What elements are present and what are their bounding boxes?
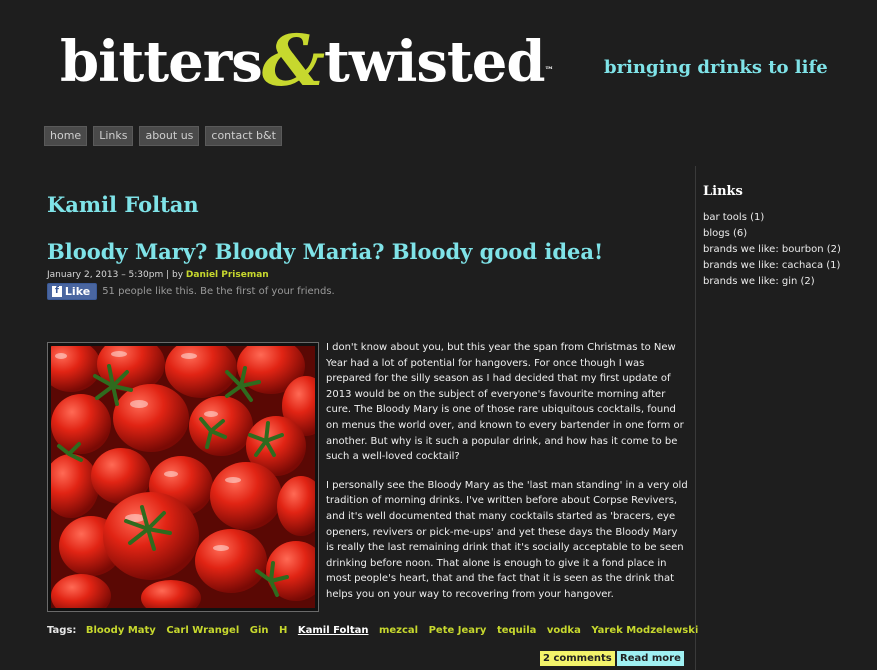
post-body: I don't know about you, but this year th… [326,340,688,616]
read-more-button[interactable]: Read more [617,651,684,666]
tag-link[interactable]: Gin [250,625,269,636]
sidebar-item[interactable]: brands we like: cachaca (1) [703,259,873,273]
facebook-like-button[interactable]: f Like [47,283,98,300]
logo-trademark: ™ [544,66,554,76]
sidebar-item[interactable]: blogs (6) [703,227,873,241]
site-tagline: bringing drinks to life [604,57,828,78]
sidebar-item[interactable]: brands we like: bourbon (2) [703,243,873,257]
post-title[interactable]: Bloody Mary? Bloody Maria? Bloody good i… [47,238,603,266]
post-author-link[interactable]: Daniel Priseman [186,270,269,280]
author-page-title: Kamil Foltan [47,192,199,217]
main-content: Kamil Foltan Bloody Mary? Bloody Maria? … [47,180,698,666]
sidebar-divider [695,166,696,670]
logo-word-bitters: bitters [60,29,263,95]
tag-link[interactable]: tequila [497,625,536,636]
post-paragraph-1: I don't know about you, but this year th… [326,342,684,463]
tag-link[interactable]: Yarek Modzelewski [591,625,698,636]
nav-contact[interactable]: contact b&t [205,126,282,146]
site-header: bitters&twisted™ bringing drinks to life [0,0,877,110]
post-image-tomatoes[interactable] [47,342,319,612]
comments-button[interactable]: 2 comments [540,651,615,666]
tag-link[interactable]: Carl Wrangel [166,625,239,636]
facebook-icon: f [52,286,62,297]
tag-link-active[interactable]: Kamil Foltan [298,625,369,636]
nav-about-us[interactable]: about us [139,126,200,146]
sidebar-links-list: bar tools (1) blogs (6) brands we like: … [703,211,873,289]
site-logo[interactable]: bitters&twisted™ [60,19,554,102]
nav-home[interactable]: home [44,126,88,146]
post-date: January 2, 2013 – 5:30pm | by [47,270,186,280]
like-label: Like [64,285,91,298]
tag-link[interactable]: vodka [547,625,581,636]
tags-label: Tags: [47,625,77,636]
tag-link[interactable]: Pete Jeary [429,625,487,636]
sidebar: Links bar tools (1) blogs (6) brands we … [703,184,873,291]
post-meta: January 2, 2013 – 5:30pm | by Daniel Pri… [47,270,269,280]
tomatoes-illustration [51,346,315,608]
tag-link[interactable]: Bloody Maty [86,625,156,636]
nav-links[interactable]: Links [93,126,134,146]
sidebar-title: Links [703,184,743,199]
post-paragraph-2: I personally see the Bloody Mary as the … [326,479,688,600]
logo-ampersand: & [261,19,325,102]
tag-link[interactable]: H [279,625,287,636]
logo-word-twisted: twisted [324,29,546,95]
facebook-like: f Like 51 people like this. Be the first… [47,283,335,300]
like-count-text: 51 people like this. Be the first of you… [102,286,335,297]
main-nav: home Links about us contact b&t [44,126,282,146]
sidebar-item[interactable]: bar tools (1) [703,211,873,225]
post-tags: Tags: Bloody Maty Carl Wrangel Gin H Kam… [47,625,705,636]
tag-link[interactable]: mezcal [379,625,418,636]
sidebar-item[interactable]: brands we like: gin (2) [703,275,873,289]
